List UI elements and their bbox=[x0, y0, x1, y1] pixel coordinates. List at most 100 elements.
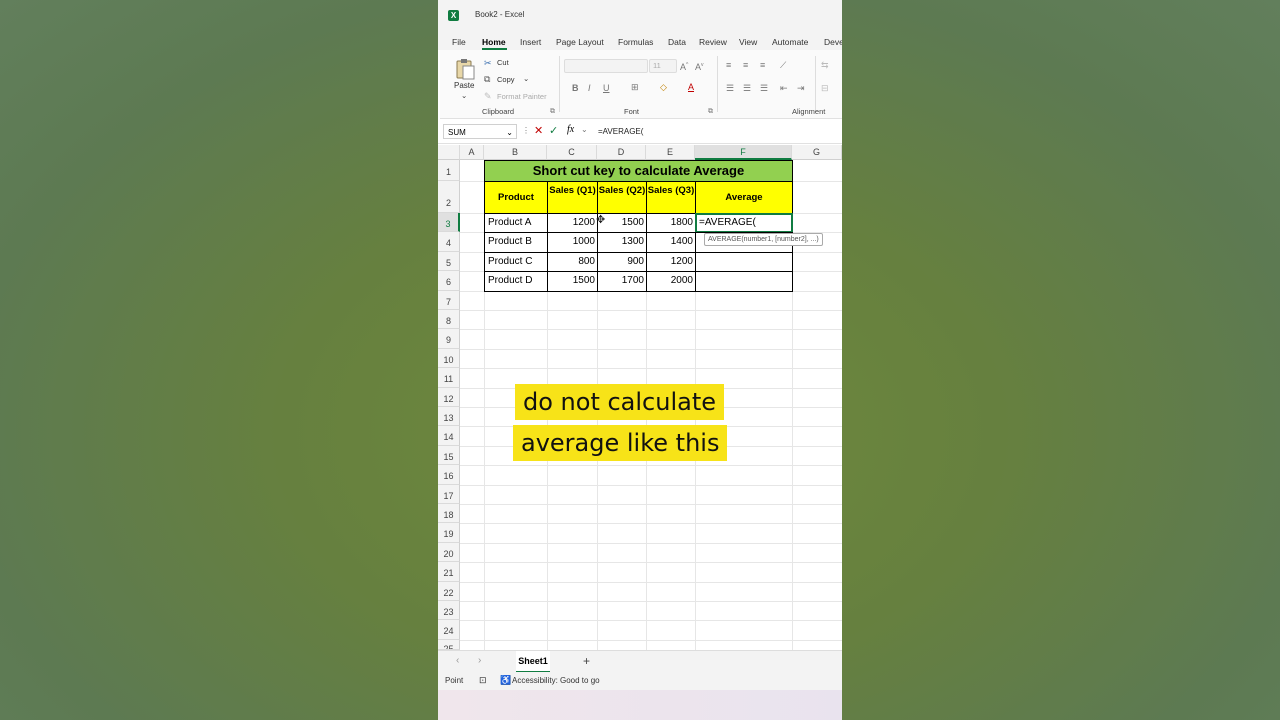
tab-formulas[interactable]: Formulas bbox=[618, 37, 653, 47]
row-header[interactable]: 20 bbox=[438, 542, 460, 563]
font-size-select[interactable]: 11 bbox=[649, 59, 677, 73]
paste-button[interactable]: Paste ⌄ bbox=[450, 56, 480, 102]
tab-developer[interactable]: Deve bbox=[824, 37, 842, 47]
select-all-corner[interactable] bbox=[438, 145, 460, 160]
row-header[interactable]: 19 bbox=[438, 523, 460, 543]
underline-button[interactable]: U bbox=[603, 83, 610, 93]
row-header[interactable]: 5 bbox=[438, 251, 460, 272]
tab-view[interactable]: View bbox=[739, 37, 757, 47]
column-header-a[interactable]: A bbox=[460, 145, 484, 160]
row-header[interactable]: 6 bbox=[438, 271, 460, 291]
align-top-icon[interactable]: ≡ bbox=[726, 60, 731, 70]
header-cell-q2[interactable]: Sales (Q2) bbox=[597, 181, 647, 214]
wrap-text-icon[interactable]: ⇆ bbox=[821, 60, 829, 70]
tab-data[interactable]: Data bbox=[668, 37, 686, 47]
table-cell[interactable]: Product D bbox=[484, 271, 548, 292]
header-cell-q1[interactable]: Sales (Q1) bbox=[547, 181, 598, 214]
copy-button[interactable]: Copy bbox=[497, 75, 515, 84]
decrease-font-icon[interactable]: Av bbox=[695, 60, 704, 72]
tab-page-layout[interactable]: Page Layout bbox=[556, 37, 604, 47]
dialog-launcher-icon[interactable]: ⧉ bbox=[708, 107, 713, 117]
row-header[interactable]: 21 bbox=[438, 562, 460, 582]
font-name-select[interactable] bbox=[564, 59, 648, 73]
table-cell[interactable]: Product B bbox=[484, 232, 548, 253]
more-options-icon[interactable]: ⋮ bbox=[522, 126, 530, 135]
fill-color-icon[interactable]: ◇ bbox=[660, 82, 667, 92]
row-header[interactable]: 3 bbox=[438, 213, 460, 233]
table-cell[interactable] bbox=[695, 271, 793, 292]
row-header[interactable]: 17 bbox=[438, 484, 460, 504]
worksheet-grid[interactable]: A B C D E F G 1 2 3 4 5 6 7 8 9 10 11 12… bbox=[438, 145, 842, 650]
align-right-icon[interactable]: ☰ bbox=[760, 83, 768, 93]
table-cell[interactable] bbox=[695, 251, 793, 273]
row-header[interactable]: 15 bbox=[438, 445, 460, 466]
column-header-e[interactable]: E bbox=[646, 145, 695, 160]
align-middle-icon[interactable]: ≡ bbox=[743, 60, 748, 70]
row-header[interactable]: 11 bbox=[438, 368, 460, 388]
row-header[interactable]: 13 bbox=[438, 407, 460, 427]
row-header[interactable]: 23 bbox=[438, 601, 460, 621]
increase-indent-icon[interactable]: ⇥ bbox=[797, 83, 805, 93]
tab-automate[interactable]: Automate bbox=[772, 37, 808, 47]
table-cell[interactable]: 1000 bbox=[547, 232, 598, 253]
table-cell[interactable]: Product C bbox=[484, 251, 548, 273]
row-header[interactable]: 10 bbox=[438, 348, 460, 369]
active-cell-f3[interactable]: =AVERAGE( bbox=[695, 213, 793, 234]
dialog-launcher-icon[interactable]: ⧉ bbox=[550, 107, 555, 117]
column-header-g[interactable]: G bbox=[792, 145, 842, 160]
table-cell[interactable]: 1800 bbox=[646, 213, 696, 234]
cut-button[interactable]: Cut bbox=[497, 58, 509, 67]
row-header[interactable]: 7 bbox=[438, 290, 460, 310]
table-cell[interactable]: 800 bbox=[547, 251, 598, 273]
row-header[interactable]: 9 bbox=[438, 329, 460, 349]
italic-button[interactable]: I bbox=[588, 83, 591, 93]
tab-insert[interactable]: Insert bbox=[520, 37, 541, 47]
table-cell[interactable]: 2000 bbox=[646, 271, 696, 292]
table-title-cell[interactable]: Short cut key to calculate Average bbox=[484, 160, 793, 182]
next-sheet-icon[interactable]: › bbox=[478, 655, 481, 666]
formula-input[interactable]: =AVERAGE( bbox=[598, 127, 643, 136]
row-header[interactable]: 12 bbox=[438, 387, 460, 407]
row-header[interactable]: 16 bbox=[438, 465, 460, 485]
header-cell-q3[interactable]: Sales (Q3) bbox=[646, 181, 696, 214]
name-box[interactable]: SUM ⌄ bbox=[443, 124, 517, 139]
borders-icon[interactable]: ⊞ bbox=[631, 82, 639, 92]
align-left-icon[interactable]: ☰ bbox=[726, 83, 734, 93]
align-bottom-icon[interactable]: ≡ bbox=[760, 60, 765, 70]
bold-button[interactable]: B bbox=[572, 83, 579, 93]
tab-review[interactable]: Review bbox=[699, 37, 727, 47]
row-header[interactable]: 25 bbox=[438, 639, 460, 650]
row-header[interactable]: 4 bbox=[438, 232, 460, 252]
row-header[interactable]: 14 bbox=[438, 426, 460, 446]
row-header[interactable]: 1 bbox=[438, 160, 460, 181]
table-cell[interactable]: 1300 bbox=[597, 232, 647, 253]
row-header[interactable]: 2 bbox=[438, 181, 460, 213]
row-header[interactable]: 8 bbox=[438, 310, 460, 330]
header-cell-average[interactable]: Average bbox=[695, 181, 793, 214]
table-cell[interactable]: 1700 bbox=[597, 271, 647, 292]
format-painter-button[interactable]: Format Painter bbox=[497, 92, 547, 101]
column-header-d[interactable]: D bbox=[597, 145, 646, 160]
table-cell[interactable]: 1400 bbox=[646, 232, 696, 253]
cancel-icon[interactable]: ✕ bbox=[534, 124, 543, 137]
merge-center-icon[interactable]: ⊟ bbox=[821, 83, 829, 93]
align-center-icon[interactable]: ☰ bbox=[743, 83, 751, 93]
tab-file[interactable]: File bbox=[452, 37, 466, 47]
macro-record-icon[interactable]: ⊡ bbox=[479, 675, 487, 686]
column-header-f[interactable]: F bbox=[695, 145, 792, 160]
insert-function-button[interactable]: fx bbox=[567, 124, 574, 135]
accessibility-icon[interactable]: ♿ bbox=[500, 675, 511, 686]
table-cell[interactable]: Product A bbox=[484, 213, 548, 234]
accessibility-status[interactable]: Accessibility: Good to go bbox=[512, 676, 600, 685]
add-sheet-button[interactable]: + bbox=[583, 654, 590, 668]
sheet-tab-sheet1[interactable]: Sheet1 bbox=[516, 651, 550, 673]
table-cell[interactable]: 1500 bbox=[547, 271, 598, 292]
font-color-icon[interactable]: A bbox=[688, 82, 694, 92]
table-cell[interactable]: 1200 bbox=[547, 213, 598, 234]
row-header[interactable]: 18 bbox=[438, 504, 460, 524]
column-header-c[interactable]: C bbox=[547, 145, 597, 160]
column-header-b[interactable]: B bbox=[484, 145, 547, 160]
table-cell[interactable]: 1200 bbox=[646, 251, 696, 273]
enter-icon[interactable]: ✓ bbox=[549, 124, 558, 137]
orientation-icon[interactable]: ⟋ bbox=[780, 60, 786, 70]
